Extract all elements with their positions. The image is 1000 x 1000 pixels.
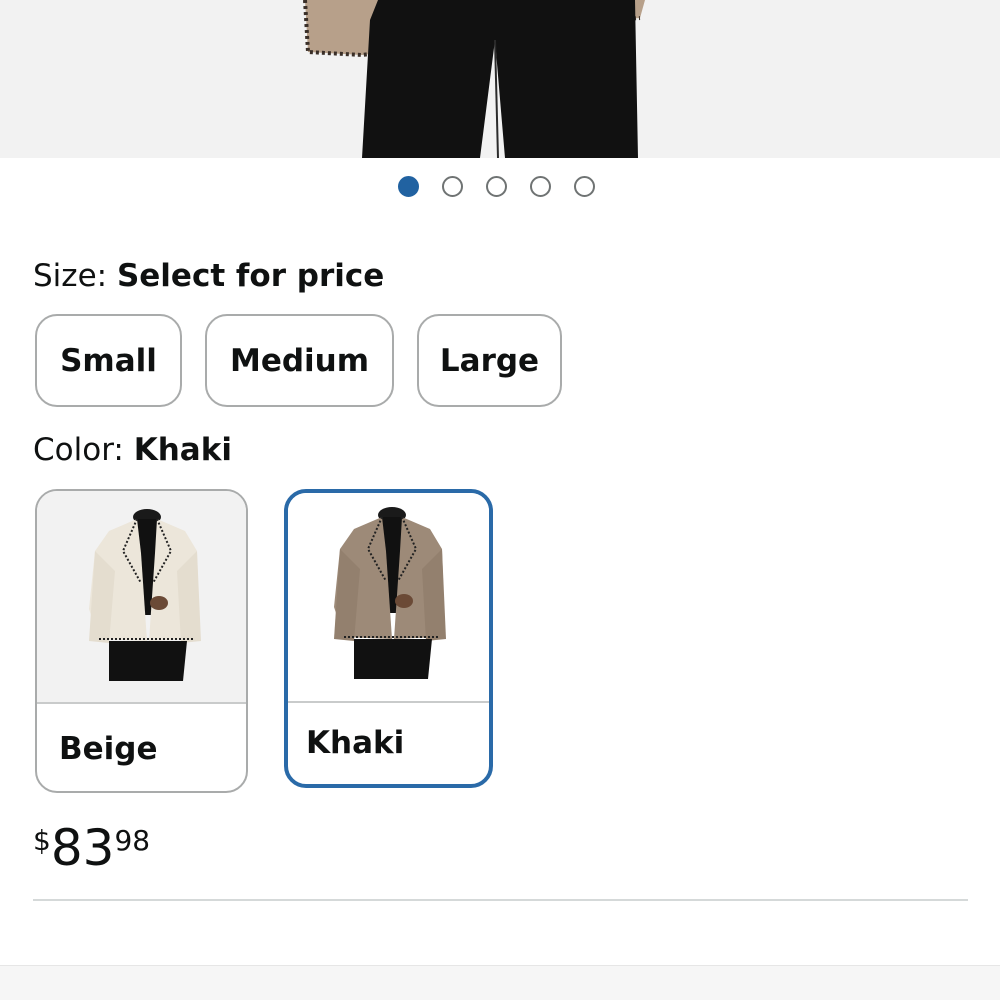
size-label: Size: bbox=[33, 258, 117, 294]
swatch-label-khaki: Khaki bbox=[306, 725, 405, 761]
carousel-dot-3[interactable] bbox=[486, 176, 507, 197]
swatch-image-khaki bbox=[288, 493, 489, 701]
size-option-small[interactable]: Small bbox=[35, 314, 182, 407]
price-fraction: 98 bbox=[114, 824, 151, 857]
size-option-large[interactable]: Large bbox=[417, 314, 562, 407]
carousel-dot-2[interactable] bbox=[442, 176, 463, 197]
swatch-divider bbox=[37, 702, 246, 704]
price-symbol: $ bbox=[33, 824, 51, 857]
section-divider bbox=[33, 899, 968, 901]
price: $ 83 98 bbox=[33, 818, 150, 878]
khaki-coat-thumbnail bbox=[334, 507, 446, 679]
color-label: Color: bbox=[33, 432, 134, 468]
color-swatch-beige[interactable]: Beige bbox=[35, 489, 248, 793]
carousel-dots bbox=[398, 176, 595, 197]
color-swatch-khaki[interactable]: Khaki bbox=[284, 489, 493, 788]
swatch-image-beige bbox=[37, 491, 246, 702]
size-selected-value: Select for price bbox=[116, 258, 385, 294]
price-whole: 83 bbox=[50, 819, 115, 877]
swatch-divider bbox=[288, 701, 489, 703]
product-image-hero[interactable] bbox=[0, 0, 1000, 158]
color-heading: Color: Khaki bbox=[33, 430, 232, 470]
beige-coat-thumbnail bbox=[89, 509, 201, 681]
product-photo bbox=[303, 0, 645, 158]
bottom-section-edge bbox=[0, 965, 1000, 1000]
size-option-medium[interactable]: Medium bbox=[205, 314, 394, 407]
swatch-label-beige: Beige bbox=[59, 731, 158, 767]
carousel-dot-1[interactable] bbox=[398, 176, 419, 197]
color-selected-value: Khaki bbox=[133, 432, 232, 468]
carousel-dot-5[interactable] bbox=[574, 176, 595, 197]
carousel-dot-4[interactable] bbox=[530, 176, 551, 197]
size-heading: Size: Select for price bbox=[33, 256, 384, 296]
